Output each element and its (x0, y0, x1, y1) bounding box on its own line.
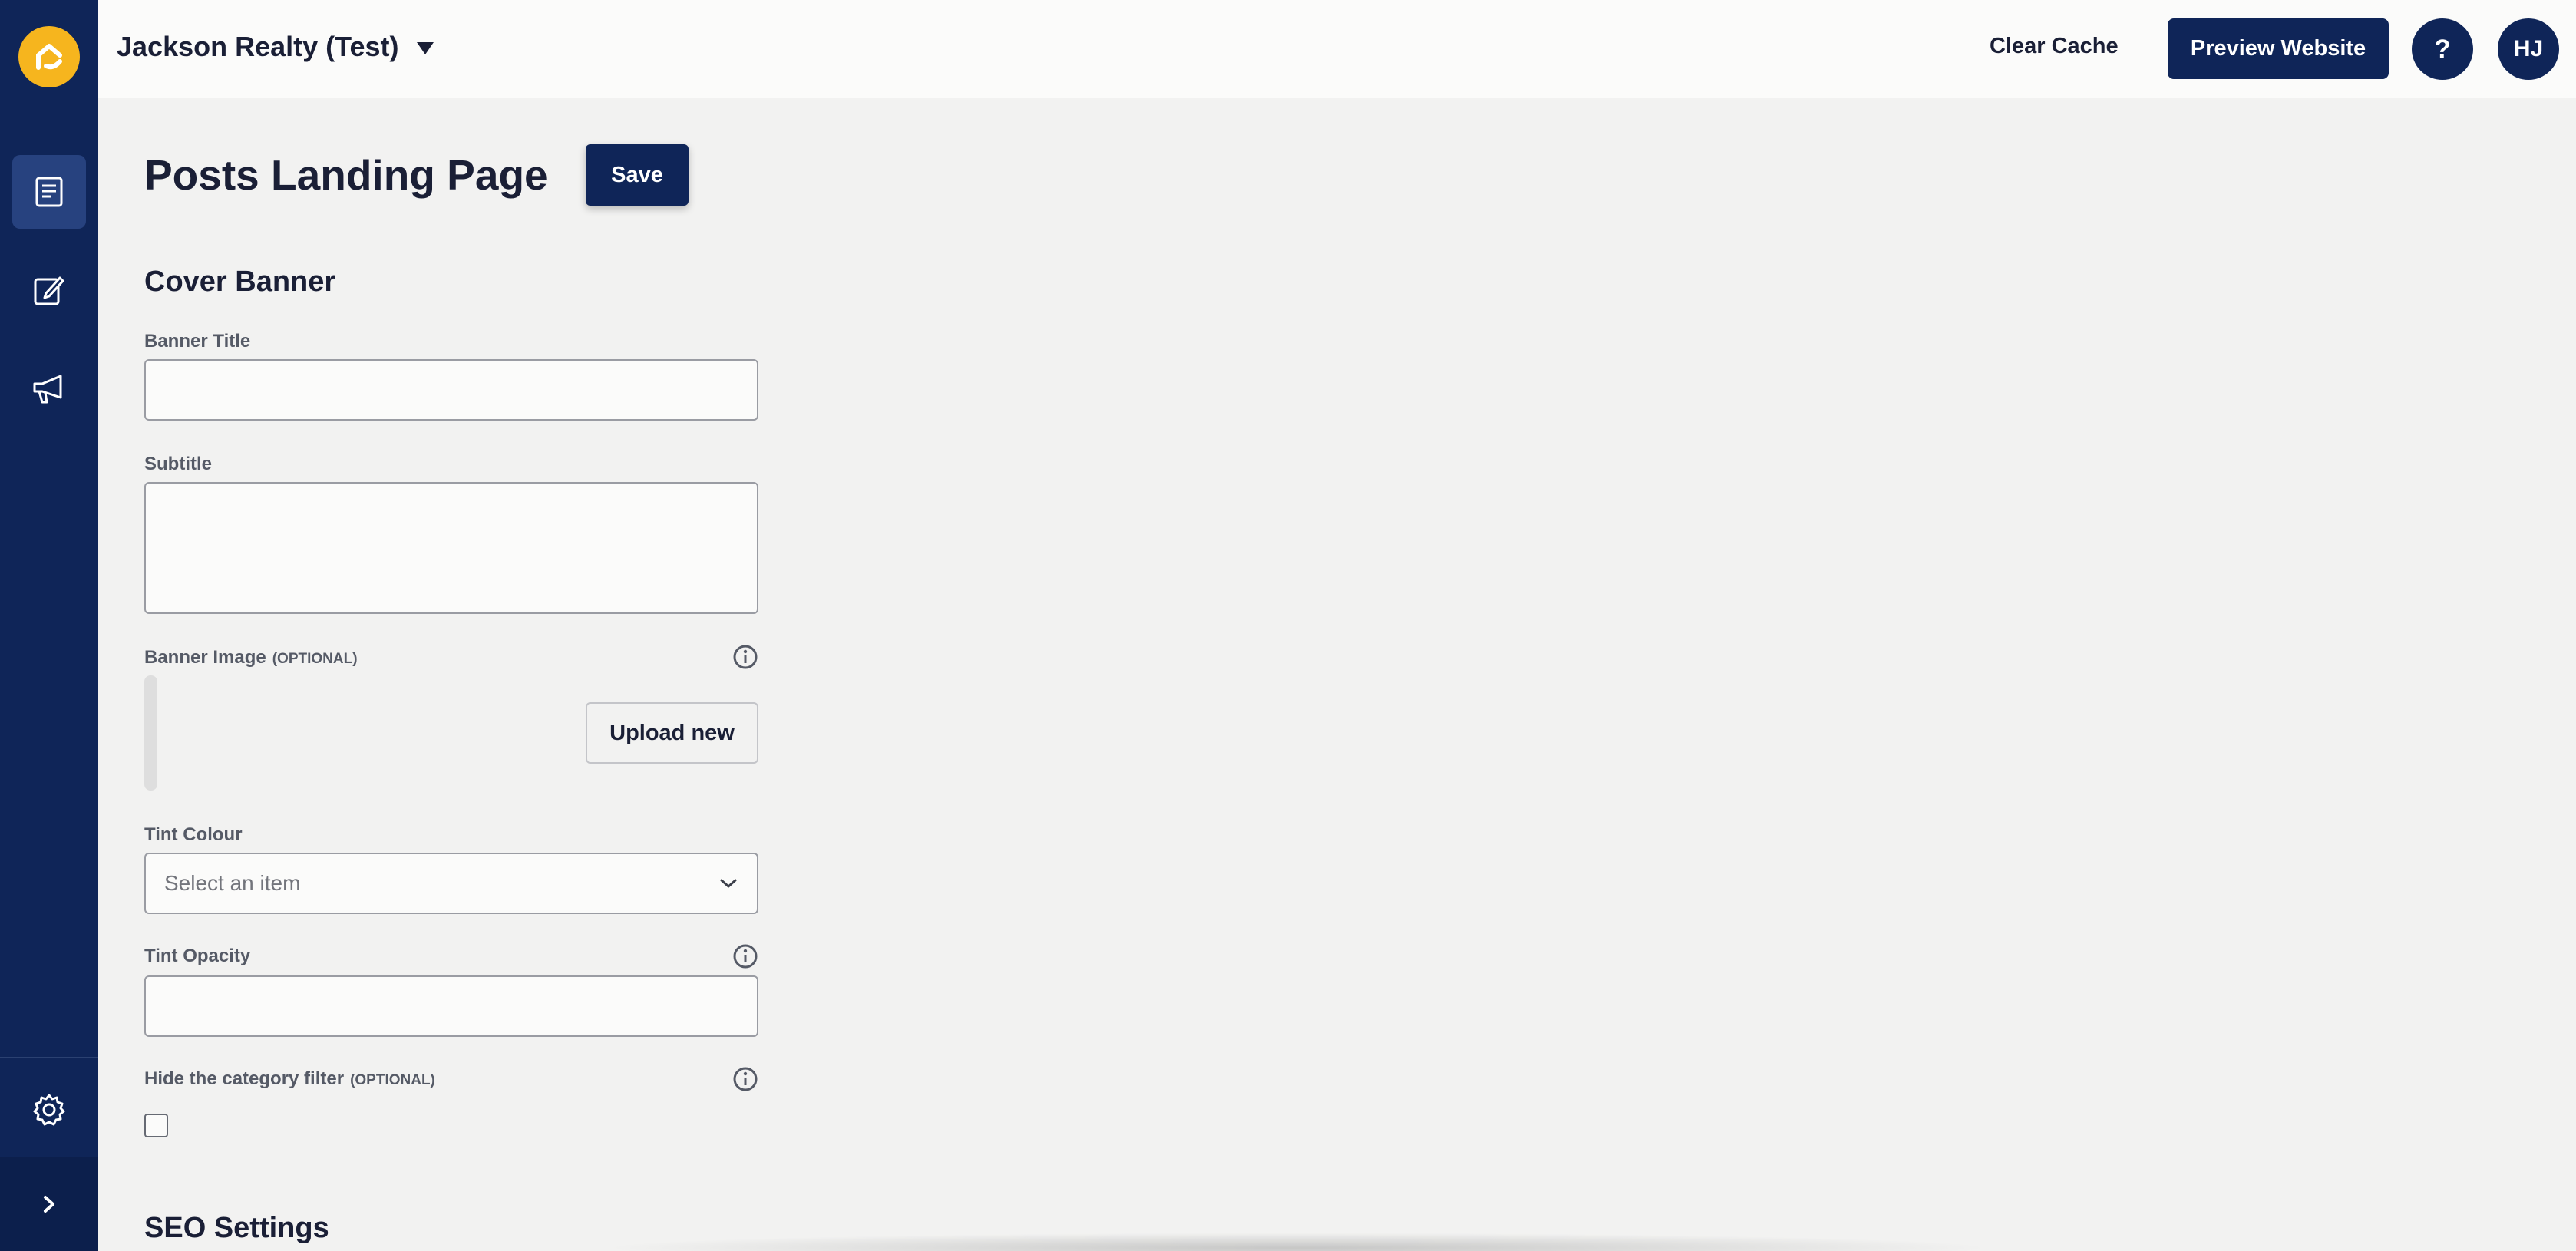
hide-filter-label: Hide the category filter (OPTIONAL) (144, 1068, 435, 1090)
page-title: Posts Landing Page (144, 151, 548, 199)
help-button[interactable]: ? (2412, 18, 2473, 80)
clear-cache-button[interactable]: Clear Cache (1990, 34, 2119, 59)
logo-icon (36, 44, 62, 70)
org-switcher[interactable]: Jackson Realty (Test) (117, 31, 434, 63)
avatar[interactable]: HJ (2498, 18, 2559, 80)
seo-settings-heading: SEO Settings (144, 1212, 329, 1244)
sidebar-expand-button[interactable] (0, 1157, 98, 1251)
sidebar (0, 0, 98, 1251)
optional-tag: (OPTIONAL) (272, 651, 358, 667)
info-icon[interactable] (732, 1065, 759, 1093)
subtitle-label: Subtitle (144, 454, 212, 474)
document-icon (35, 177, 63, 207)
banner-title-label: Banner Title (144, 331, 251, 352)
tint-opacity-label: Tint Opacity (144, 946, 251, 966)
save-button[interactable]: Save (586, 144, 689, 206)
chevron-down-icon (720, 879, 737, 888)
preview-website-button[interactable]: Preview Website (2168, 18, 2389, 79)
edit-icon (34, 276, 64, 305)
sidebar-item-pages[interactable] (12, 155, 86, 229)
info-icon[interactable] (732, 942, 759, 970)
top-bar: Jackson Realty (Test) Clear Cache Previe… (98, 0, 2576, 98)
org-name: Jackson Realty (Test) (117, 31, 399, 62)
banner-image-preview (144, 675, 157, 791)
tint-colour-select[interactable]: Select an item (144, 853, 758, 914)
gear-icon (33, 1094, 65, 1126)
tint-opacity-input[interactable] (144, 975, 758, 1037)
optional-tag: (OPTIONAL) (350, 1072, 435, 1088)
upload-new-button[interactable]: Upload new (586, 702, 758, 764)
bottom-shadow (599, 1233, 1996, 1251)
tint-colour-placeholder: Select an item (164, 871, 301, 895)
hide-filter-label-text: Hide the category filter (144, 1068, 345, 1089)
cover-banner-heading: Cover Banner (144, 266, 336, 298)
banner-title-input[interactable] (144, 359, 758, 421)
chevron-right-icon (44, 1196, 54, 1213)
banner-image-label: Banner Image (OPTIONAL) (144, 647, 358, 668)
subtitle-textarea[interactable] (144, 482, 758, 614)
caret-down-icon (417, 42, 434, 54)
info-icon[interactable] (732, 643, 759, 671)
sidebar-item-posts[interactable] (12, 253, 86, 327)
megaphone-icon (33, 375, 62, 404)
sidebar-divider (0, 1057, 98, 1058)
tint-colour-label: Tint Colour (144, 824, 243, 845)
logo[interactable] (18, 26, 80, 87)
banner-image-label-text: Banner Image (144, 647, 266, 668)
settings-button[interactable] (12, 1073, 86, 1147)
hide-filter-checkbox[interactable] (144, 1114, 168, 1137)
sidebar-item-announcements[interactable] (12, 352, 86, 425)
